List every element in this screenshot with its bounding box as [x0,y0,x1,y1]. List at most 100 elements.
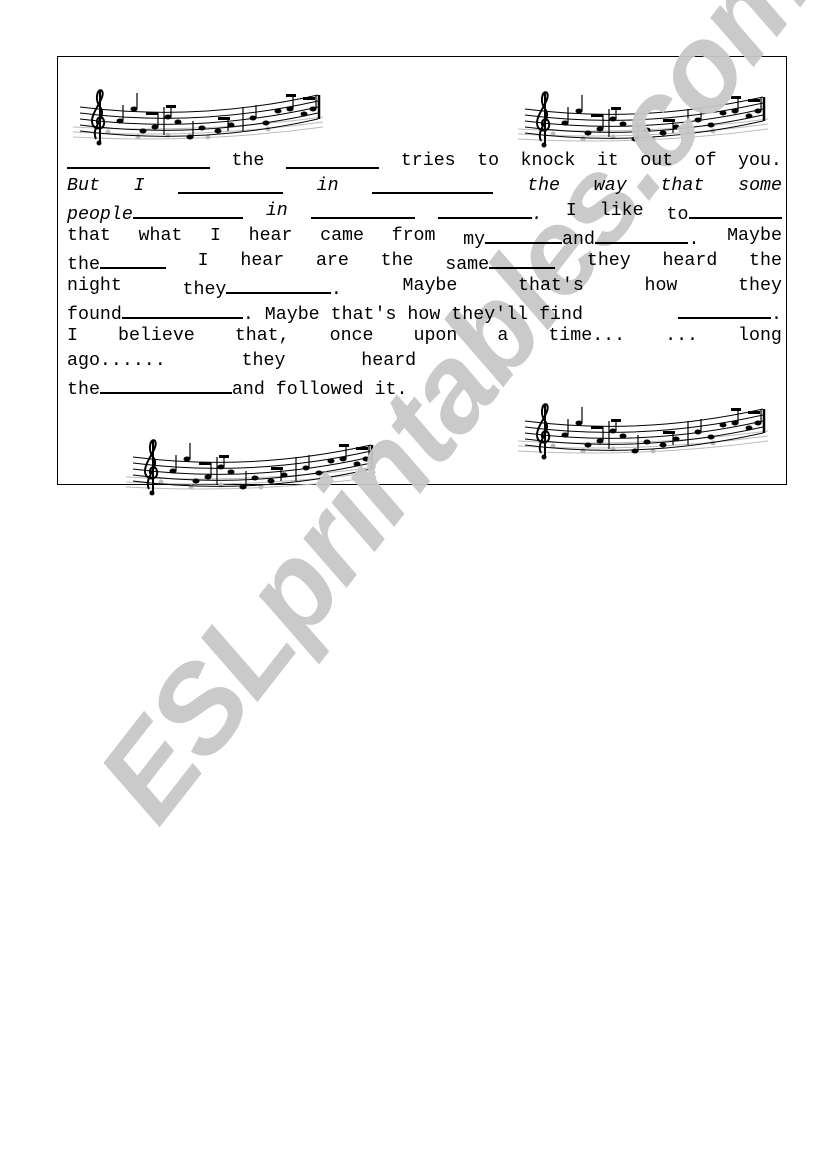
word-group: to [667,199,782,225]
answer-blank-15[interactable] [677,299,772,319]
word-group: that's [518,274,584,299]
word-group: it [597,149,619,174]
word-group: people [67,199,243,225]
word: they [175,351,286,371]
word: Maybe [402,276,458,296]
word: night [67,276,122,296]
word-group: in [266,199,288,224]
answer-blank-16[interactable] [99,374,232,394]
word-group: that, [235,324,290,349]
answer-blank-5[interactable] [132,199,243,219]
word: long [738,326,782,346]
word: But [67,176,100,196]
word-group: hear [240,249,284,274]
word: believe [117,326,195,346]
word-group: are [316,249,349,274]
word-group: like [600,199,644,224]
answer-blank-4[interactable] [372,174,494,194]
word-group: they [738,274,782,299]
word: I [133,176,145,196]
music-staff-icon [513,391,778,461]
word: that [660,176,705,196]
word-group: the [381,249,414,274]
word: what [138,226,183,246]
word-group: the [527,174,560,199]
word: that's [518,276,584,296]
word-group [310,199,416,224]
word-group: you. [738,149,782,174]
word-group: I [134,174,145,199]
word-group: time... [548,324,625,349]
answer-blank-1[interactable] [67,149,210,169]
word-group: some [738,174,782,199]
text-line: ago...... they heard [67,349,782,374]
word-group: heard [662,249,717,274]
word-group: they. [183,274,342,300]
word: once [329,326,374,346]
fill-in-the-blank-text: the tries to knock it out of you. But Iin the way th… [67,149,782,400]
word-group: I [198,249,209,274]
word: I [197,251,209,271]
word-group: from [392,224,436,249]
word-group: I [210,224,221,249]
word-group: long [738,324,782,349]
word-group: came [320,224,364,249]
word-group: the [749,249,782,274]
answer-blank-9[interactable] [485,224,563,244]
answer-blank-11[interactable] [99,249,166,269]
word-group: night [67,274,122,299]
word-group: out [640,149,673,174]
word-group: how [644,274,677,299]
answer-blank-2[interactable] [285,149,380,169]
word-group: way [594,174,627,199]
answer-blank-3[interactable] [178,174,283,194]
music-staff-icon [513,79,778,149]
worksheet-box: the tries to knock it out of you. But Iin the way th… [57,56,787,496]
word-group: I [67,324,78,349]
word: and followed it. [231,380,408,400]
word: you. [738,151,782,171]
word: heard [662,251,718,271]
word-group: once [330,324,374,349]
word-group: believe [118,324,195,349]
word-group: . [438,199,543,225]
word: the [67,380,100,400]
text-line: the Ihear are the same they heard the [67,249,782,275]
answer-blank-7[interactable] [438,199,532,219]
text-line: that what Ihear came from my and. Maybe [67,224,782,250]
word-group: to [477,149,499,174]
word: time... [548,326,626,346]
word-group: the [67,249,166,275]
word-group: upon [413,324,457,349]
word-group [178,174,283,199]
word-group: ago...... [67,349,166,374]
answer-blank-6[interactable] [310,199,416,219]
word: I [565,201,577,221]
word-group: of [695,149,717,174]
word-group: the and followed it. [67,374,407,400]
text-line: people in. Ilike to [67,199,782,225]
word-group: what [139,224,183,249]
word: upon [413,326,458,346]
word-group: ... [665,324,698,349]
answer-blank-14[interactable] [121,299,243,319]
word: the [380,251,414,271]
word-group: hear [249,224,293,249]
music-staff-icon [68,77,333,147]
answer-blank-8[interactable] [688,199,782,219]
text-line: Ibelieve that, once upon a time...... long [67,324,782,349]
word-group: that [67,224,111,249]
answer-blank-13[interactable] [226,274,331,294]
text-line: the and followed it. [67,374,782,400]
word: Maybe [727,226,782,246]
word-group: my and. [463,224,699,250]
word-group: the [231,149,264,174]
answer-blank-12[interactable] [489,249,556,269]
text-line: found. Maybe that's how they'll find. [67,299,782,325]
word: tries [400,151,456,171]
word: they [738,276,782,296]
word: from [391,226,436,246]
text-line: the tries to knock it out of you. [67,149,782,174]
answer-blank-10[interactable] [594,224,689,244]
word-group: they [176,349,286,374]
